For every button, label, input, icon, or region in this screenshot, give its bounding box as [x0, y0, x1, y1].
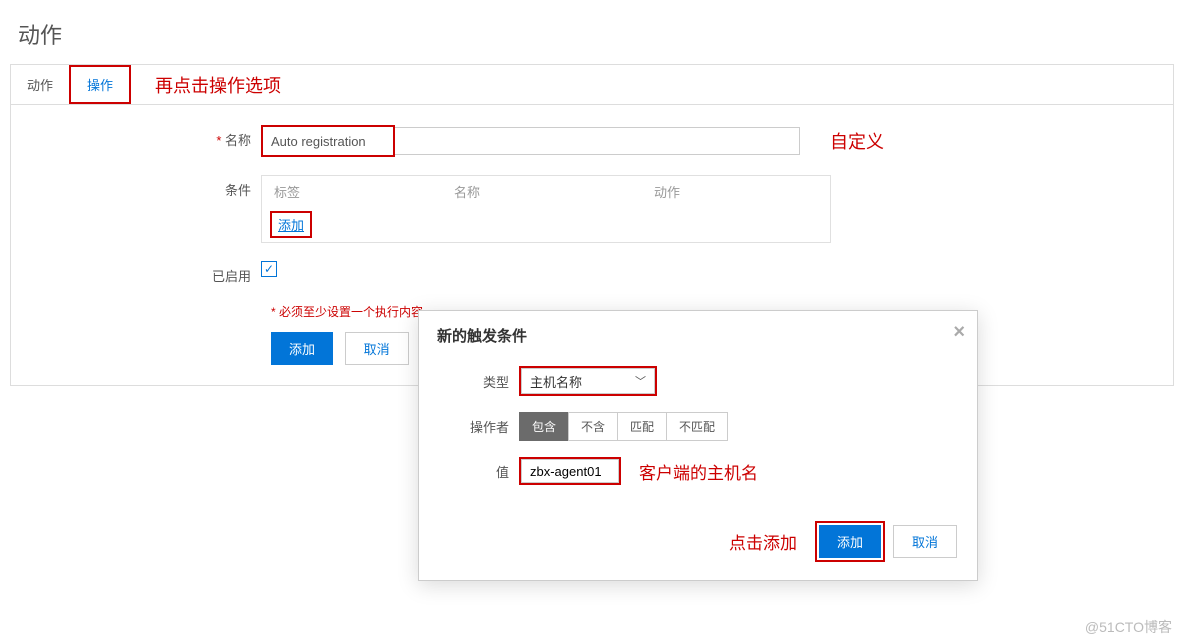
cond-header-action: 动作	[654, 182, 818, 201]
name-input[interactable]	[263, 127, 393, 155]
enabled-label: 已启用	[11, 261, 261, 285]
annotation-add: 点击添加	[729, 529, 797, 554]
annotation-value: 客户端的主机名	[639, 459, 758, 484]
type-label: 类型	[439, 372, 519, 391]
watermark: @51CTO博客	[1085, 617, 1172, 637]
cond-header-tag: 标签	[274, 182, 454, 201]
modal-title: 新的触发条件	[437, 328, 527, 345]
enabled-checkbox[interactable]: ✓	[261, 261, 277, 277]
operator-group: 包含 不含 匹配 不匹配	[519, 412, 728, 441]
annotation-name: 自定义	[830, 128, 884, 154]
name-input-rest[interactable]	[395, 127, 800, 155]
tab-operations[interactable]: 操作	[69, 65, 131, 104]
chevron-down-icon: ﹀	[635, 373, 646, 389]
name-label: 名称	[11, 125, 261, 149]
add-button[interactable]: 添加	[271, 332, 333, 365]
type-select-value: 主机名称	[530, 372, 582, 391]
close-icon[interactable]: ×	[953, 321, 965, 344]
condition-add-link[interactable]: 添加	[278, 218, 304, 233]
trigger-condition-modal: 新的触发条件 × 类型 主机名称 ﹀ 操作者 包含 不含 匹配 不匹配 值	[418, 310, 978, 581]
tabs: 动作 操作 再点击操作选项	[11, 65, 1173, 105]
value-input[interactable]	[521, 459, 619, 483]
conditions-label: 条件	[11, 175, 261, 199]
cond-header-name: 名称	[454, 182, 654, 201]
operator-label: 操作者	[439, 417, 519, 436]
operator-match[interactable]: 匹配	[617, 412, 667, 441]
cancel-button[interactable]: 取消	[345, 332, 409, 365]
type-select[interactable]: 主机名称 ﹀	[521, 368, 655, 394]
page-title: 动作	[0, 0, 1184, 64]
value-label: 值	[439, 462, 519, 481]
modal-add-button[interactable]: 添加	[819, 525, 881, 558]
tab-action[interactable]: 动作	[11, 67, 69, 102]
modal-cancel-button[interactable]: 取消	[893, 525, 957, 558]
conditions-table: 标签 名称 动作 添加	[261, 175, 831, 243]
operator-not-contains[interactable]: 不含	[568, 412, 618, 441]
annotation-tabs: 再点击操作选项	[155, 72, 281, 98]
operator-contains[interactable]: 包含	[519, 412, 569, 441]
operator-not-match[interactable]: 不匹配	[666, 412, 728, 441]
